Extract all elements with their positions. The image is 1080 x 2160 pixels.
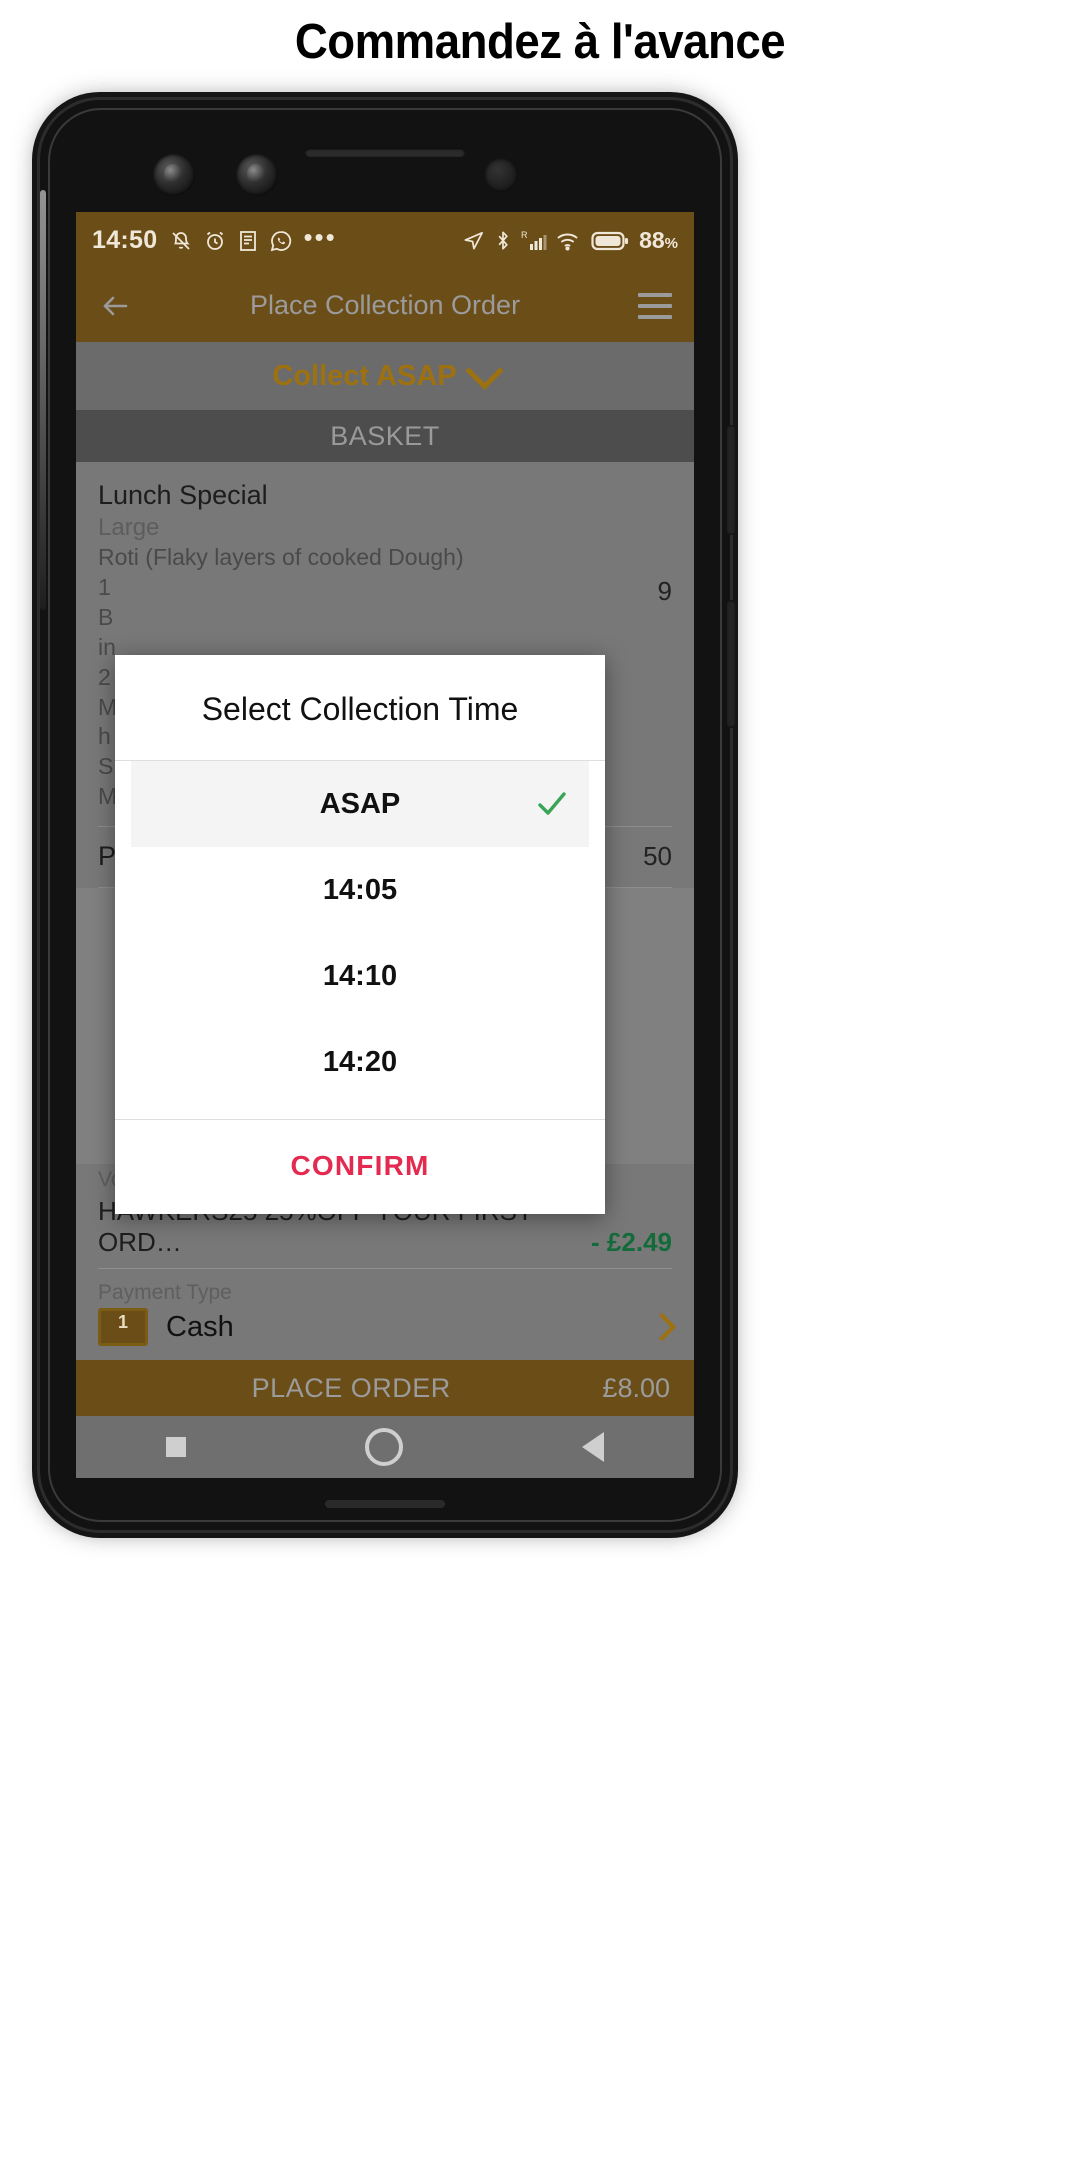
bluetooth-icon [498,231,508,250]
time-option-1405[interactable]: 14:05 [115,847,605,933]
time-option-asap[interactable]: ASAP [131,761,589,847]
voucher-discount-amount: - £2.49 [591,1226,672,1257]
signal-roaming-icon: R [521,230,547,250]
device-edge-highlight [40,190,46,610]
dialog-footer: CONFIRM [115,1119,605,1214]
collect-time-label: Collect ASAP [272,359,457,392]
location-arrow-icon [464,231,484,250]
dialog-title: Select Collection Time [115,655,605,761]
phone-screen: 14:50 ••• R 88% Place Collection Order C… [76,212,694,1478]
basket-header-label: BASKET [330,420,440,451]
basket-header: BASKET [76,410,694,471]
cash-banknote-icon [98,1308,148,1346]
basket-second-row-price: 50 [643,841,672,872]
chevron-down-icon [465,351,504,390]
front-camera-icon [153,154,195,196]
basket-item-option: B [98,603,114,630]
basket-item-size: Large [98,513,160,541]
basket-item-price: 9 [657,576,672,606]
time-option-1410[interactable]: 14:10 [115,933,605,1019]
square-recents-icon[interactable] [165,1437,186,1457]
time-option-label: 14:10 [322,959,398,992]
basket-item-option: 1 [98,573,111,600]
time-option-label: 14:20 [322,1045,398,1078]
time-option-label: ASAP [319,787,401,820]
bell-off-icon [172,231,191,250]
document-icon [240,230,257,251]
battery-percent: 88% [639,227,678,253]
page-title: Commandez à l'avance [294,15,786,69]
alarm-clock-icon [207,231,224,250]
chevron-right-icon [647,1312,677,1342]
collect-time-selector[interactable]: Collect ASAP [76,342,694,410]
volume-button[interactable] [726,600,736,728]
place-order-button[interactable]: PLACE ORDER £8.00 [76,1360,694,1416]
back-arrow-icon[interactable] [98,289,132,323]
payment-type-row[interactable]: Cash [98,1308,677,1360]
check-icon [538,792,566,815]
hamburger-menu-icon[interactable] [638,292,672,319]
proximity-sensor-icon [484,158,518,192]
status-bar-system-icons: R 88% [462,227,678,254]
bottom-speaker-grill [325,1500,445,1508]
earpiece-speaker [305,148,465,157]
battery-icon [591,231,629,250]
basket-item-option: Roti (Flaky layers of cooked Dough) [98,544,464,571]
wifi-icon [557,233,578,251]
app-bar: Place Collection Order [76,269,694,342]
power-button[interactable] [726,425,736,535]
place-order-total: £8.00 [602,1372,670,1403]
status-bar-notification-icons: ••• [169,221,337,253]
select-collection-time-dialog: Select Collection Time ASAP 14:05 14:10 … [115,655,605,1214]
android-navigation-bar [76,1416,694,1478]
phone-device-frame: 14:50 ••• R 88% Place Collection Order C… [40,100,736,1530]
basket-item-name: Lunch Special [98,480,268,510]
whatsapp-icon [271,230,292,251]
basket-second-row-label: P [98,841,117,872]
circle-home-icon[interactable] [364,1428,403,1466]
summary-divider [98,1267,672,1269]
more-dots-icon: ••• [303,221,337,252]
status-bar: 14:50 ••• R 88% [76,212,694,269]
front-camera-secondary-icon [236,154,278,196]
place-order-label: PLACE ORDER [251,1372,451,1403]
status-bar-clock: 14:50 [92,226,158,254]
triangle-back-icon[interactable] [582,1432,605,1462]
confirm-button[interactable]: CONFIRM [290,1150,429,1181]
time-option-1420[interactable]: 14:20 [115,1019,605,1105]
time-option-label: 14:05 [322,873,398,906]
app-bar-title: Place Collection Order [249,290,521,320]
payment-type-value: Cash [166,1310,234,1343]
svg-text:R: R [521,230,528,240]
payment-type-label: Payment Type [98,1280,232,1304]
